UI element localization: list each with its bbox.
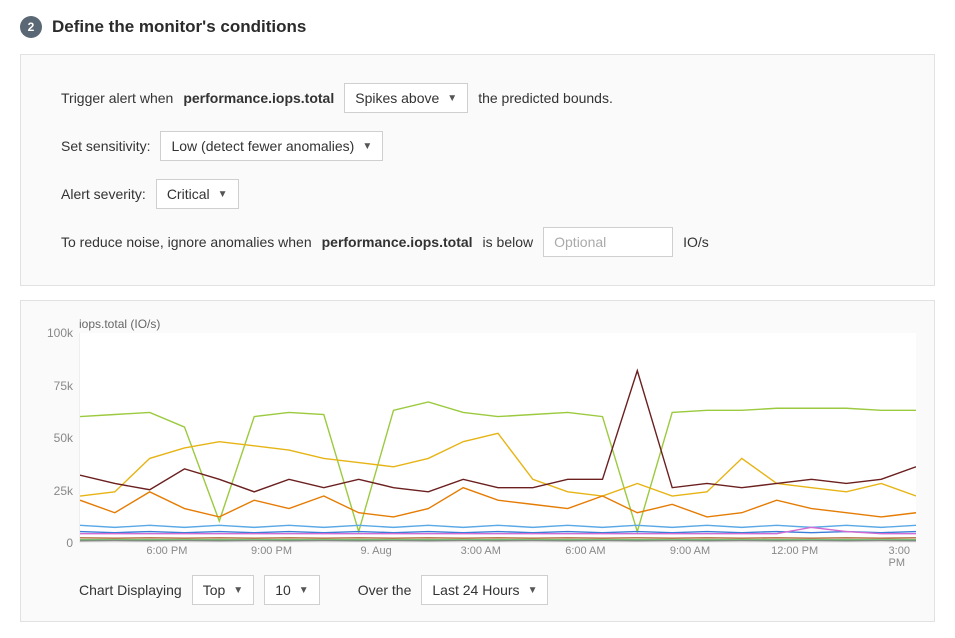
chart-series-line	[80, 371, 916, 492]
chart-over-label: Over the	[358, 582, 412, 598]
step-number-badge: 2	[20, 16, 42, 38]
chart-count-select[interactable]: 10 ▼	[264, 575, 319, 605]
chart-count-value: 10	[275, 582, 291, 598]
trigger-direction-value: Spikes above	[355, 90, 439, 106]
noise-mid-text: is below	[483, 234, 534, 250]
chart-series-line	[80, 402, 916, 532]
chart-plot-area	[79, 333, 916, 543]
severity-select[interactable]: Critical ▼	[156, 179, 239, 209]
chart-y-axis: 100k75k50k25k0	[39, 333, 79, 543]
trigger-metric-text: performance.iops.total	[183, 90, 334, 106]
noise-threshold-input[interactable]	[543, 227, 673, 257]
section-title: Define the monitor's conditions	[52, 17, 306, 37]
chart-top-select[interactable]: Top ▼	[192, 575, 254, 605]
sensitivity-select[interactable]: Low (detect fewer anomalies) ▼	[160, 131, 383, 161]
chart-x-axis: 6:00 PM9:00 PM9. Aug3:00 AM6:00 AM9:00 A…	[79, 543, 916, 561]
chart-series-line	[80, 433, 916, 496]
caret-down-icon: ▼	[447, 93, 457, 104]
trigger-suffix-text: the predicted bounds.	[478, 90, 613, 106]
chart-top-value: Top	[203, 582, 226, 598]
sensitivity-label: Set sensitivity:	[61, 138, 150, 154]
chart-series-line	[80, 488, 916, 517]
chart-y-title: iops.total (IO/s)	[79, 317, 916, 331]
severity-label: Alert severity:	[61, 186, 146, 202]
chart-svg	[80, 333, 916, 542]
trigger-direction-select[interactable]: Spikes above ▼	[344, 83, 468, 113]
caret-down-icon: ▼	[362, 141, 372, 152]
chart-panel: iops.total (IO/s) 100k75k50k25k0 6:00 PM…	[20, 300, 935, 622]
noise-unit-text: IO/s	[683, 234, 709, 250]
sensitivity-value: Low (detect fewer anomalies)	[171, 138, 354, 154]
caret-down-icon: ▼	[233, 585, 243, 596]
noise-prefix-text: To reduce noise, ignore anomalies when	[61, 234, 312, 250]
trigger-prefix-text: Trigger alert when	[61, 90, 173, 106]
caret-down-icon: ▼	[299, 585, 309, 596]
conditions-panel: Trigger alert when performance.iops.tota…	[20, 54, 935, 286]
caret-down-icon: ▼	[528, 585, 538, 596]
severity-value: Critical	[167, 186, 210, 202]
chart-range-select[interactable]: Last 24 Hours ▼	[421, 575, 548, 605]
noise-metric-text: performance.iops.total	[322, 234, 473, 250]
chart-displaying-label: Chart Displaying	[79, 582, 182, 598]
chart-range-value: Last 24 Hours	[432, 582, 519, 598]
caret-down-icon: ▼	[218, 189, 228, 200]
chart-series-line	[80, 525, 916, 527]
chart-series-line	[80, 527, 916, 533]
